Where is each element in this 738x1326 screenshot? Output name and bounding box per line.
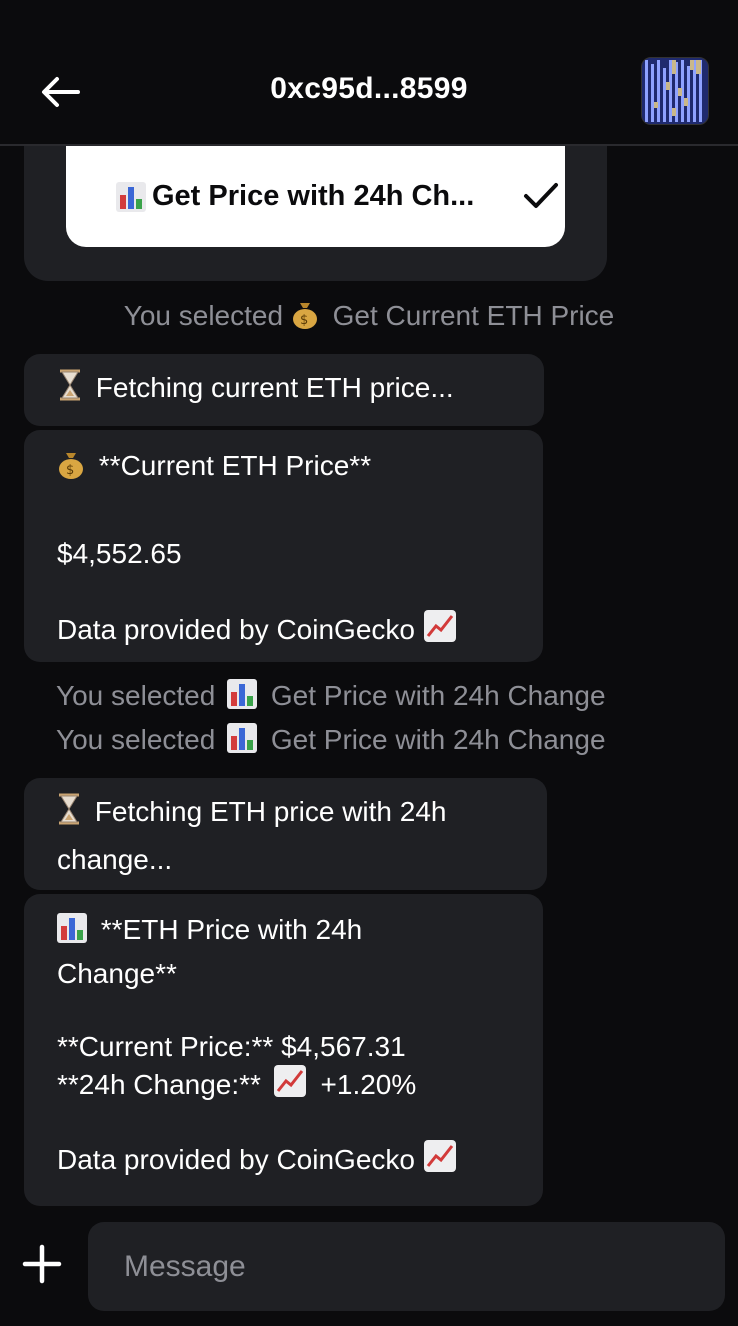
price-message: $ **Current ETH Price** $4,552.65 Data p…	[24, 430, 543, 662]
status-message: Fetching current ETH price...	[24, 354, 544, 426]
system-message: You selected Get Price with 24h Change	[56, 679, 606, 711]
bar-chart-icon	[116, 181, 146, 212]
selected-option-button[interactable]: Get Price with 24h Ch...	[66, 146, 565, 247]
avatar[interactable]	[641, 57, 709, 125]
money-bag-icon: $	[57, 448, 85, 492]
bar-chart-icon	[227, 723, 258, 753]
chart-increasing-icon	[423, 1139, 457, 1186]
status-message: Fetching ETH price with 24h change...	[24, 778, 547, 890]
chart-increasing-icon	[273, 1064, 307, 1106]
message-input[interactable]	[88, 1222, 725, 1311]
attach-button[interactable]	[22, 1244, 70, 1292]
plus-icon	[22, 1244, 62, 1284]
chart-increasing-icon	[423, 609, 457, 656]
check-icon	[524, 183, 558, 208]
option-label: Get Price with 24h Ch...	[152, 180, 475, 212]
hourglass-icon	[58, 369, 82, 414]
hourglass-icon	[57, 793, 81, 838]
chat-header: 0xc95d...8599	[0, 0, 738, 146]
system-message: You selected $ Get Current ETH Price	[0, 294, 738, 342]
price-change-message: **ETH Price with 24h Change** **Current …	[24, 894, 543, 1206]
svg-text:$: $	[66, 463, 74, 478]
avatar-pattern-icon	[642, 58, 708, 124]
price-value: $4,552.65	[57, 538, 182, 569]
system-message: You selected Get Price with 24h Change	[56, 723, 606, 755]
message-composer	[0, 1214, 738, 1326]
money-bag-icon: $	[291, 298, 319, 342]
bar-chart-icon	[227, 679, 258, 709]
bar-chart-icon	[57, 913, 87, 943]
page-title: 0xc95d...8599	[270, 72, 468, 105]
chat-thread[interactable]: Get Price with 24h Ch... You selected $ …	[0, 146, 738, 1214]
svg-text:$: $	[300, 313, 308, 328]
